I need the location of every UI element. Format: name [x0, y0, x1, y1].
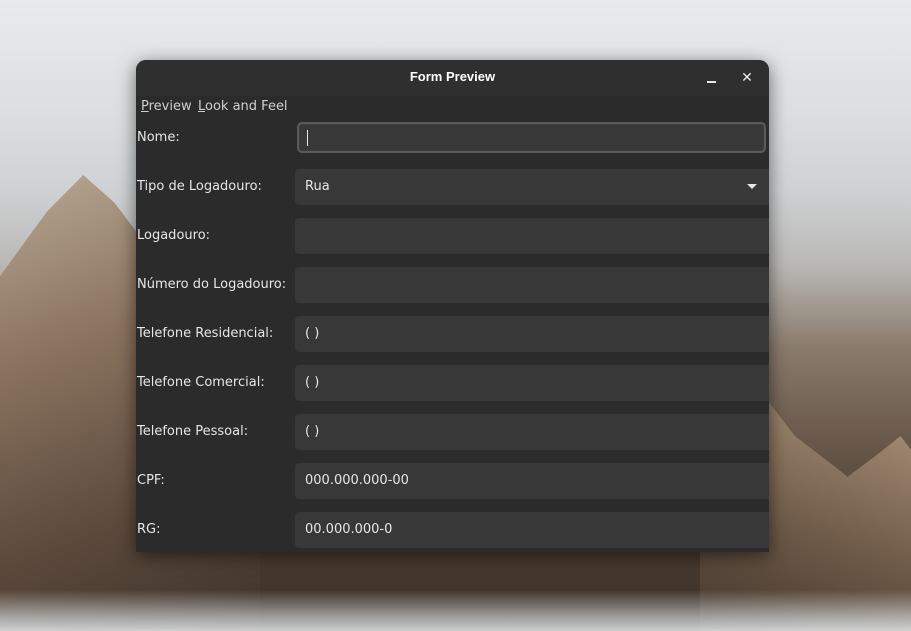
telefone-comercial-value: ( ) [305, 375, 320, 390]
telefone-residencial-value: ( ) [305, 326, 320, 341]
menu-look-and-feel[interactable]: Look and Feel [198, 99, 288, 114]
tipo-logadouro-dropdown[interactable]: Rua [295, 169, 769, 205]
tipo-logadouro-value: Rua [305, 179, 330, 194]
telefone-pessoal-label: Telefone Pessoal: [137, 424, 249, 439]
menu-look-and-feel-mnemonic: L [198, 99, 206, 114]
chevron-down-icon [747, 184, 757, 189]
cpf-value: 000.000.000-00 [305, 473, 409, 488]
numero-logadouro-label: Número do Logadouro: [137, 277, 287, 292]
numero-logadouro-input[interactable] [295, 267, 769, 303]
menu-preview-mnemonic: P [141, 99, 149, 114]
cpf-input[interactable]: 000.000.000-00 [295, 463, 769, 499]
close-button[interactable]: ✕ [736, 67, 758, 89]
text-cursor [307, 130, 308, 146]
telefone-pessoal-input[interactable]: ( ) [295, 414, 769, 450]
minimize-button[interactable] [701, 67, 723, 89]
snow-foreground [0, 590, 911, 631]
telefone-residencial-label: Telefone Residencial: [137, 326, 274, 341]
logadouro-input[interactable] [295, 218, 769, 254]
form-preview-window: Form Preview ✕ Preview Look and Feel Nom… [136, 60, 769, 552]
menubar: Preview Look and Feel [136, 96, 769, 118]
nome-label: Nome: [137, 130, 180, 145]
telefone-pessoal-value: ( ) [305, 424, 320, 439]
rg-label: RG: [137, 522, 161, 537]
telefone-comercial-input[interactable]: ( ) [295, 365, 769, 401]
close-icon: ✕ [741, 70, 753, 86]
titlebar[interactable]: Form Preview ✕ [136, 60, 769, 96]
menu-preview-label: review [148, 99, 192, 114]
menu-look-and-feel-label: ook and Feel [205, 99, 288, 114]
tipo-logadouro-label: Tipo de Logadouro: [137, 179, 262, 194]
menu-preview[interactable]: Preview [141, 99, 192, 114]
cpf-label: CPF: [137, 473, 165, 488]
telefone-residencial-input[interactable]: ( ) [295, 316, 769, 352]
nome-input[interactable] [297, 122, 766, 153]
telefone-comercial-label: Telefone Comercial: [137, 375, 265, 390]
window-title: Form Preview [409, 69, 496, 84]
minimize-icon [707, 81, 716, 83]
rg-value: 00.000.000-0 [305, 522, 393, 537]
logadouro-label: Logadouro: [137, 228, 211, 243]
rg-input[interactable]: 00.000.000-0 [295, 512, 769, 548]
